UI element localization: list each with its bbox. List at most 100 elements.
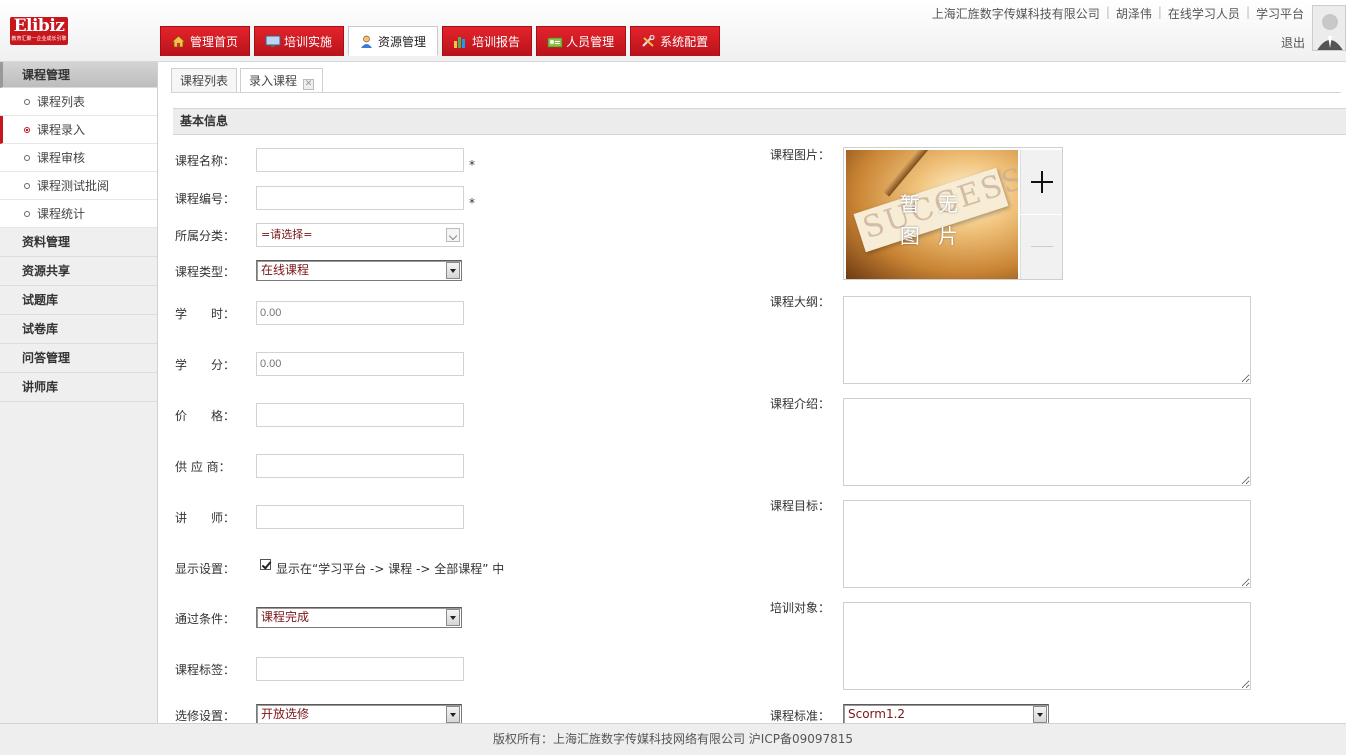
price-input[interactable]: [256, 403, 464, 427]
nav-tab-home-label: 管理首页: [190, 35, 239, 49]
supplier-input[interactable]: [256, 454, 464, 478]
nav-tab-reports[interactable]: 培训报告: [442, 26, 533, 56]
category-label: 所属分类：: [175, 229, 236, 243]
sidebar-item-course-stats[interactable]: 课程统计: [0, 200, 157, 228]
section-title: 基本信息: [173, 108, 1346, 135]
user-role: 在线学习人员: [1167, 7, 1240, 21]
audience-textarea[interactable]: [843, 602, 1251, 690]
sidebar-group-lecturers[interactable]: 讲师库: [0, 373, 157, 402]
hours-label: 学 时：: [175, 307, 236, 321]
required-mark: *: [469, 158, 475, 172]
chevron-down-icon: [446, 706, 460, 723]
course-type-label: 课程类型：: [175, 265, 236, 279]
main-content: 课程列表 录入课程 ✕ 基本信息 课程名称： * 课程编号： * 所属分类： =请…: [159, 62, 1346, 723]
course-image-preview: SUCCESS 暂 无 图 片: [846, 150, 1018, 279]
nav-tab-settings[interactable]: 系统配置: [630, 26, 721, 56]
divider: [171, 92, 1341, 93]
sidebar-item-label: 课程录入: [37, 123, 86, 137]
sidebar-group-materials[interactable]: 资料管理: [0, 228, 157, 257]
monitor-icon: [265, 35, 281, 48]
chevron-down-icon: [446, 228, 460, 242]
sidebar: 课程管理 课程列表 课程录入 课程审核 课程测试批阅 课程统计 资料管理 资源共…: [0, 62, 158, 723]
tab-label: 课程列表: [180, 74, 229, 88]
category-select[interactable]: =请选择=: [256, 223, 464, 247]
tools-icon: [641, 34, 656, 48]
tab-course-entry[interactable]: 录入课程 ✕: [240, 68, 324, 93]
supplier-label: 供 应 商：: [175, 460, 231, 474]
user-bar: 上海汇旌数字传媒科技有限公司 | 胡泽伟 | 在线学习人员 | 学习平台: [931, 5, 1304, 22]
bar-chart-icon: [453, 35, 468, 48]
display-checkbox[interactable]: [260, 559, 271, 570]
outline-textarea[interactable]: [843, 296, 1251, 384]
hours-input[interactable]: [256, 301, 464, 325]
sidebar-item-course-review[interactable]: 课程审核: [0, 144, 157, 172]
nav-tab-reports-label: 培训报告: [472, 35, 521, 49]
goal-label: 课程目标：: [770, 499, 831, 513]
bullet-icon: [24, 99, 30, 105]
people-icon: [547, 35, 563, 48]
standard-select[interactable]: Scorm1.2: [843, 704, 1049, 723]
course-type-value: 在线课程: [261, 263, 310, 277]
teacher-input[interactable]: [256, 505, 464, 529]
sidebar-group-course-management[interactable]: 课程管理: [0, 62, 157, 88]
credit-input[interactable]: [256, 352, 464, 376]
nav-tab-people-label: 人员管理: [566, 35, 615, 49]
intro-textarea[interactable]: [843, 398, 1251, 486]
course-name-input[interactable]: [256, 148, 464, 172]
footer: 版权所有：上海汇旌数字传媒科技网络有限公司 沪ICP备09097815: [0, 723, 1346, 755]
image-caption-line2: 图 片: [899, 224, 965, 248]
logo-text: Elibiz: [13, 16, 65, 36]
remove-image-button[interactable]: [1020, 215, 1062, 279]
user-name[interactable]: 胡泽伟: [1116, 5, 1152, 22]
close-icon[interactable]: ✕: [303, 79, 315, 90]
course-image-box: SUCCESS 暂 无 图 片: [843, 147, 1063, 280]
nav-tab-people[interactable]: 人员管理: [536, 26, 627, 56]
category-select-value: =请选择=: [261, 228, 313, 241]
course-code-input[interactable]: [256, 186, 464, 210]
nav-tab-training[interactable]: 培训实施: [254, 26, 345, 56]
display-settings-label: 显示设置：: [175, 562, 236, 576]
elective-value: 开放选修: [261, 707, 310, 721]
sidebar-group-question-bank[interactable]: 试题库: [0, 286, 157, 315]
goal-textarea[interactable]: [843, 500, 1251, 588]
bullet-icon: [24, 211, 30, 217]
nav-tab-home[interactable]: 管理首页: [160, 26, 251, 56]
sidebar-item-label: 课程列表: [37, 95, 86, 109]
sidebar-item-label: 课程测试批阅: [37, 179, 110, 193]
tab-course-list[interactable]: 课程列表: [171, 68, 238, 93]
sidebar-group-resource-sharing[interactable]: 资源共享: [0, 257, 157, 286]
display-checkbox-text: 显示在“学习平台 -> 课程 -> 全部课程” 中: [276, 562, 505, 576]
sidebar-item-course-entry[interactable]: 课程录入: [0, 116, 157, 144]
pass-condition-select[interactable]: 课程完成: [256, 607, 462, 628]
sidebar-item-course-list[interactable]: 课程列表: [0, 88, 157, 116]
standard-label: 课程标准：: [770, 709, 831, 723]
standard-value: Scorm1.2: [848, 707, 906, 721]
course-type-select[interactable]: 在线课程: [256, 260, 462, 281]
platform-link[interactable]: 学习平台: [1256, 5, 1304, 22]
nav-tab-resources[interactable]: 资源管理: [348, 26, 439, 56]
image-caption-line1: 暂 无: [899, 192, 965, 216]
logout-link[interactable]: 退出: [1281, 34, 1305, 51]
elective-select[interactable]: 开放选修: [256, 704, 462, 723]
sidebar-item-label: 课程统计: [37, 207, 86, 221]
sidebar-item-course-test-grading[interactable]: 课程测试批阅: [0, 172, 157, 200]
pass-condition-label: 通过条件：: [175, 612, 236, 626]
sidebar-group-qa-management[interactable]: 问答管理: [0, 344, 157, 373]
course-tags-label: 课程标签：: [175, 663, 236, 677]
tab-label: 录入课程: [249, 74, 298, 88]
sidebar-group-exam-papers[interactable]: 试卷库: [0, 315, 157, 344]
logo-subtitle: 教育汇聚一企业成长引擎: [11, 36, 67, 42]
chevron-down-icon: [446, 609, 460, 626]
course-tags-input[interactable]: [256, 657, 464, 681]
add-image-button[interactable]: [1020, 150, 1062, 214]
user-icon: [359, 35, 374, 48]
logo[interactable]: Elibiz 教育汇聚一企业成长引擎: [10, 17, 68, 45]
sub-tabs: 课程列表 录入课程 ✕: [171, 68, 324, 93]
pass-condition-value: 课程完成: [261, 610, 310, 624]
chevron-down-icon: [446, 262, 460, 279]
teacher-label: 讲 师：: [175, 511, 236, 525]
avatar[interactable]: [1312, 5, 1346, 51]
chevron-down-icon: [1033, 706, 1047, 723]
bullet-icon: [24, 127, 30, 133]
course-code-label: 课程编号：: [175, 192, 236, 206]
